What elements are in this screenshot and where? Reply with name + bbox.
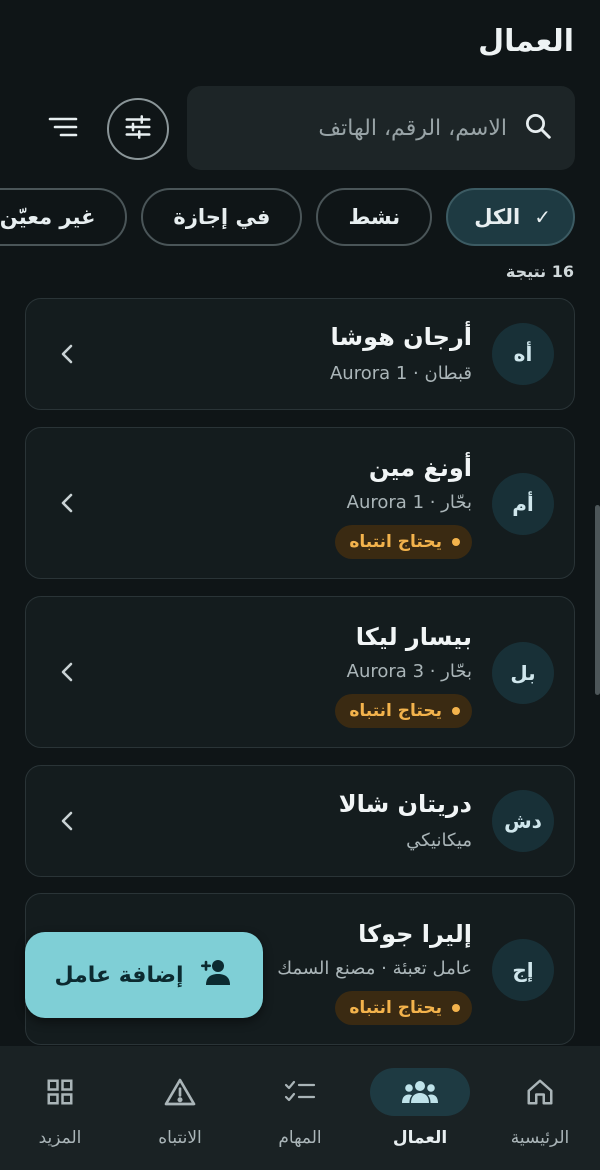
avatar: أه (492, 323, 554, 385)
checklist-icon (250, 1068, 350, 1116)
bottom-nav: الرئيسية العمال المهام الانتباه المزيد (0, 1046, 600, 1170)
home-icon (490, 1068, 590, 1116)
chevron-left-icon (56, 343, 78, 365)
result-count: 16 نتيجة (505, 262, 574, 281)
nav-label: المهام (278, 1128, 322, 1148)
filter-chips: ✓ الكل نشط في إجازة غير معيّن (0, 188, 575, 246)
people-icon (370, 1068, 470, 1116)
avatar: إج (492, 939, 554, 1001)
chevron-left-icon (56, 492, 78, 514)
chip-label: الكل (474, 205, 521, 229)
avatar: بل (492, 642, 554, 704)
chip-label: في إجازة (173, 205, 271, 229)
worker-subtitle: ميكانيكي (406, 830, 472, 851)
chevron-left-icon (56, 810, 78, 832)
nav-label: المزيد (38, 1128, 82, 1148)
worker-name: أرجان هوشا (330, 323, 473, 351)
status-badge: يحتاج انتباه (335, 991, 472, 1025)
nav-item-tasks[interactable]: المهام (240, 1046, 360, 1170)
nav-label: العمال (392, 1128, 448, 1148)
badge-label: يحتاج انتباه (349, 998, 442, 1018)
add-person-icon (198, 958, 234, 992)
dot-icon (452, 707, 460, 715)
worker-subtitle: عامل تعبئة · مصنع السمك (277, 958, 472, 979)
check-icon: ✓ (534, 205, 551, 229)
worker-subtitle: بحّار · Aurora 1 (346, 492, 472, 513)
worker-card[interactable]: أم أونغ مين بحّار · Aurora 1 يحتاج انتبا… (25, 427, 575, 579)
nav-item-workers[interactable]: العمال (360, 1046, 480, 1170)
worker-subtitle: قبطان · Aurora 1 (329, 363, 472, 384)
search-input[interactable] (207, 115, 507, 141)
chip-unassigned[interactable]: غير معيّن (0, 188, 128, 246)
worker-name: إليرا جوكا (358, 920, 472, 948)
chevron-left-icon (56, 661, 78, 683)
avatar: دش (492, 790, 554, 852)
badge-label: يحتاج انتباه (349, 532, 442, 552)
nav-label: الرئيسية (510, 1128, 570, 1148)
fab-label: إضافة عامل (54, 962, 184, 988)
worker-card[interactable]: بل بيسار ليكا بحّار · Aurora 3 يحتاج انت… (25, 596, 575, 748)
chip-all[interactable]: ✓ الكل (446, 188, 575, 246)
status-badge: يحتاج انتباه (335, 525, 472, 559)
grid-icon (10, 1068, 110, 1116)
avatar: أم (492, 473, 554, 535)
worker-subtitle: بحّار · Aurora 3 (346, 661, 472, 682)
worker-card[interactable]: أه أرجان هوشا قبطان · Aurora 1 (25, 298, 575, 410)
worker-name: دريتان شالا (338, 790, 472, 818)
worker-name: أونغ مين (368, 454, 472, 482)
chip-label: غير معيّن (0, 205, 96, 229)
add-worker-button[interactable]: إضافة عامل (25, 932, 263, 1018)
dot-icon (452, 538, 460, 546)
page-title: العمال (478, 24, 574, 59)
chip-active[interactable]: نشط (316, 188, 433, 246)
chip-on-leave[interactable]: في إجازة (141, 188, 303, 246)
tune-icon (123, 112, 153, 146)
nav-item-attention[interactable]: الانتباه (120, 1046, 240, 1170)
search-icon (523, 111, 553, 145)
nav-item-home[interactable]: الرئيسية (480, 1046, 600, 1170)
badge-label: يحتاج انتباه (349, 701, 442, 721)
worker-name: بيسار ليكا (355, 623, 472, 651)
chip-label: نشط (348, 205, 401, 229)
scrollbar[interactable] (595, 505, 600, 695)
warning-icon (130, 1068, 230, 1116)
nav-item-more[interactable]: المزيد (0, 1046, 120, 1170)
dot-icon (452, 1004, 460, 1012)
search-box[interactable] (187, 86, 575, 170)
sort-icon (48, 115, 78, 143)
filter-settings-button[interactable] (107, 98, 169, 160)
status-badge: يحتاج انتباه (335, 694, 472, 728)
nav-label: الانتباه (158, 1128, 202, 1148)
sort-button[interactable] (44, 110, 82, 148)
worker-card[interactable]: دش دريتان شالا ميكانيكي (25, 765, 575, 877)
